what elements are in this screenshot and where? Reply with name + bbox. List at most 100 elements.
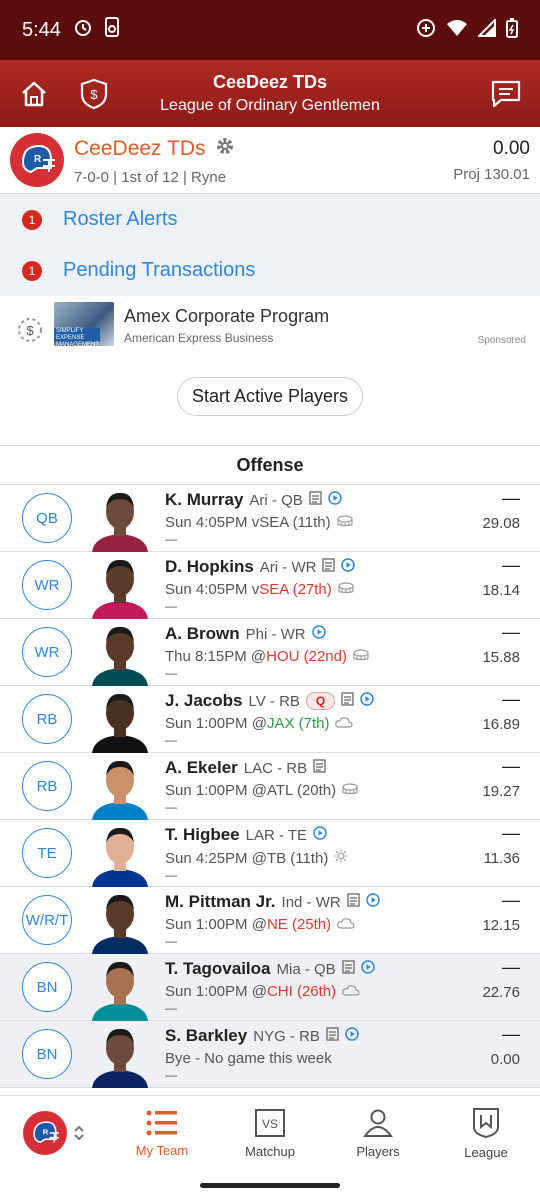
battery-icon xyxy=(506,17,518,43)
play-video-icon[interactable] xyxy=(365,892,380,912)
player-points: — xyxy=(502,488,520,508)
team-avatar[interactable]: R xyxy=(10,133,64,187)
team-record: 7-0-0 | 1st of 12 | Ryne xyxy=(74,168,227,186)
player-note-icon[interactable] xyxy=(342,959,355,979)
player-projection: 18.14 xyxy=(482,582,520,599)
position-slot-button[interactable]: WR xyxy=(22,627,72,677)
cloud-icon xyxy=(335,715,354,732)
player-name[interactable]: K. Murray xyxy=(165,490,243,510)
player-name[interactable]: T. Higbee xyxy=(165,825,240,845)
alert-count-badge: 1 xyxy=(22,260,42,281)
player-status-dash: — xyxy=(165,934,177,948)
player-row[interactable]: WR D. Hopkins Ari - WR Sun 4:05PM vSEA (… xyxy=(0,552,540,619)
player-photo[interactable] xyxy=(84,687,156,753)
player-row[interactable]: W/R/T M. Pittman Jr. Ind - WR Sun 1:00PM… xyxy=(0,887,540,954)
player-status-dash: — xyxy=(165,1068,177,1082)
position-slot-button[interactable]: W/R/T xyxy=(22,895,72,945)
player-photo[interactable] xyxy=(84,821,156,887)
home-gesture-pill[interactable] xyxy=(200,1182,340,1188)
player-name[interactable]: A. Brown xyxy=(165,624,240,644)
player-team-position: LV - RB xyxy=(248,692,300,710)
team-score: 0.00 Proj 130.01 xyxy=(453,138,530,183)
player-photo[interactable] xyxy=(84,553,156,619)
player-photo[interactable] xyxy=(84,486,156,552)
player-row[interactable]: WR A. Brown Phi - WR Thu 8:15PM @HOU (22… xyxy=(0,619,540,686)
play-video-icon[interactable] xyxy=(313,825,327,845)
team-name[interactable]: CeeDeez TDs xyxy=(74,137,206,161)
player-note-icon[interactable] xyxy=(313,758,326,778)
play-video-icon[interactable] xyxy=(311,624,326,644)
league-shield-icon xyxy=(473,1107,499,1138)
player-photo[interactable] xyxy=(84,1022,156,1088)
player-points: — xyxy=(502,957,520,977)
tab-label: My Team xyxy=(135,1142,189,1158)
player-name[interactable]: S. Barkley xyxy=(165,1026,247,1046)
game-time: Sun 1:00PM @ xyxy=(165,983,267,1000)
game-info: Sun 1:00PM @JAX (7th) xyxy=(165,715,460,732)
position-slot-button[interactable]: WR xyxy=(22,560,72,610)
opponent-rank: HOU (22nd) xyxy=(266,648,347,665)
player-photo[interactable] xyxy=(84,888,156,954)
player-name[interactable]: J. Jacobs xyxy=(165,691,243,711)
roster-alerts-row[interactable]: 1 Roster Alerts xyxy=(0,194,540,245)
player-row[interactable]: BN S. Barkley NYG - RB Bye - No game thi… xyxy=(0,1021,540,1088)
game-info: Sun 4:05PM vSEA (27th) xyxy=(165,581,460,598)
player-row[interactable]: TE T. Higbee LAR - TE Sun 4:25PM @TB (11… xyxy=(0,820,540,887)
position-slot-button[interactable]: QB xyxy=(22,493,72,543)
player-team-position: NYG - RB xyxy=(253,1027,320,1045)
position-slot-button[interactable]: TE xyxy=(22,828,72,878)
pending-transactions-row[interactable]: 1 Pending Transactions xyxy=(0,245,540,296)
player-status-dash: — xyxy=(165,666,177,680)
play-video-icon[interactable] xyxy=(360,959,375,979)
player-photo[interactable] xyxy=(84,620,156,686)
chat-button[interactable] xyxy=(486,74,526,114)
player-note-icon[interactable] xyxy=(309,490,322,510)
player-row[interactable]: RB J. Jacobs LV - RB Q Sun 1:00PM @JAX (… xyxy=(0,686,540,753)
game-time: Sun 4:05PM v xyxy=(165,581,260,598)
player-name[interactable]: M. Pittman Jr. xyxy=(165,892,276,912)
tab-league[interactable]: League xyxy=(432,1096,540,1170)
sun-icon xyxy=(334,849,348,867)
play-video-icon[interactable] xyxy=(345,1026,359,1046)
player-photo[interactable] xyxy=(84,754,156,820)
tab-matchup[interactable]: VS Matchup xyxy=(216,1096,324,1170)
player-projection: 19.27 xyxy=(482,783,520,800)
tab-players[interactable]: Players xyxy=(324,1096,432,1170)
team-points: 0.00 xyxy=(493,137,530,159)
player-name[interactable]: D. Hopkins xyxy=(165,557,254,577)
player-name[interactable]: T. Tagovailoa xyxy=(165,959,271,979)
player-photo[interactable] xyxy=(84,955,156,1021)
game-info: Bye - No game this week xyxy=(165,1050,460,1067)
player-team-position: LAC - RB xyxy=(243,759,308,777)
start-active-players-button[interactable]: Start Active Players xyxy=(176,377,364,416)
pending-transactions-link[interactable]: Pending Transactions xyxy=(63,259,255,282)
team-projection: Proj 130.01 xyxy=(453,165,530,183)
position-slot-button[interactable]: BN xyxy=(22,1029,72,1079)
player-note-icon[interactable] xyxy=(326,1026,339,1046)
play-video-icon[interactable] xyxy=(341,557,356,577)
player-row[interactable]: RB A. Ekeler LAC - RB Sun 1:00PM @ATL (2… xyxy=(0,753,540,820)
tab-label: League xyxy=(464,1144,508,1160)
play-video-icon[interactable] xyxy=(360,691,374,711)
paid-shield-button[interactable]: $ xyxy=(74,74,114,114)
player-points: — xyxy=(502,890,520,910)
player-name[interactable]: A. Ekeler xyxy=(165,758,238,778)
player-note-icon[interactable] xyxy=(347,892,360,912)
position-slot-button[interactable]: BN xyxy=(22,962,72,1012)
game-time: Sun 4:25PM @ xyxy=(165,849,267,867)
sponsored-ad[interactable]: $ SIMPLIFY EXPENSE MANAGEMENT Amex Corpo… xyxy=(0,296,540,348)
team-switcher[interactable]: R xyxy=(0,1096,108,1170)
play-video-icon[interactable] xyxy=(328,490,342,510)
roster-alerts-link[interactable]: Roster Alerts xyxy=(63,208,177,231)
player-note-icon[interactable] xyxy=(322,557,336,577)
team-summary[interactable]: R CeeDeez TDs 7-0-0 | 1st of 12 | Ryne 0… xyxy=(0,127,540,194)
home-button[interactable] xyxy=(14,74,54,114)
player-note-icon[interactable] xyxy=(341,691,354,711)
player-row[interactable]: BN T. Tagovailoa Mia - QB Sun 1:00PM @CH… xyxy=(0,954,540,1021)
player-row[interactable]: QB K. Murray Ari - QB Sun 4:05PM vSEA (1… xyxy=(0,485,540,552)
position-slot-button[interactable]: RB xyxy=(22,694,72,744)
gear-icon[interactable] xyxy=(214,135,236,163)
list-icon xyxy=(146,1110,177,1135)
tab-my-team[interactable]: My Team xyxy=(108,1096,216,1170)
position-slot-button[interactable]: RB xyxy=(22,761,72,811)
